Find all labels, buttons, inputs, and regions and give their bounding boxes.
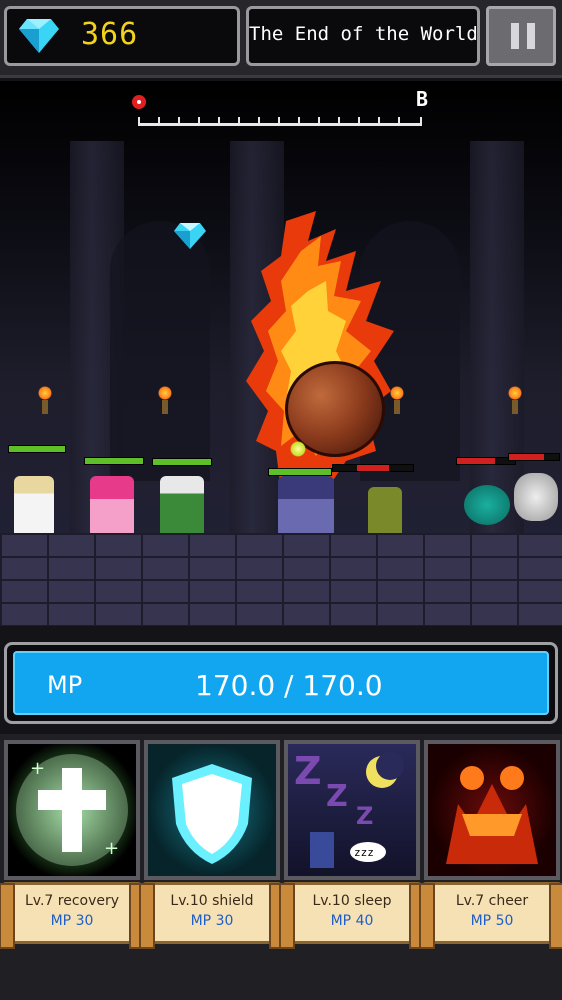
- stage-progress: B: [132, 87, 428, 135]
- demon-face-icon: [446, 766, 538, 864]
- skill-art: Z Z Z zzz: [284, 740, 420, 880]
- boss-marker-label: B: [416, 87, 429, 111]
- ally-hp-bar: [8, 445, 66, 453]
- mp-bar: MP 170.0 / 170.0: [4, 642, 558, 724]
- location-pin-icon: [132, 95, 146, 109]
- enemy-hp-bar: [508, 453, 560, 461]
- skill-scroll: Lv.10 sleep MP 40: [279, 882, 425, 949]
- diamond-pickup-icon[interactable]: [174, 223, 206, 249]
- enemy-hp-bar: [332, 464, 414, 472]
- ally-hp-bar: [152, 458, 212, 466]
- skill-cost: MP 50: [470, 913, 514, 929]
- skill-name: Lv.10 sleep: [312, 893, 392, 909]
- holy-cross-icon: + +: [16, 754, 128, 866]
- torch: [508, 386, 522, 414]
- ally-warrior[interactable]: [278, 476, 334, 534]
- stage-name: The End of the World: [249, 23, 478, 45]
- skill-scroll: Lv.7 recovery MP 30: [0, 882, 145, 949]
- skill-name: Lv.7 recovery: [24, 893, 120, 909]
- gem-counter: 366: [4, 6, 240, 66]
- pause-icon: [511, 23, 519, 49]
- skill-cost: MP 40: [330, 913, 374, 929]
- skill-shield[interactable]: Lv.10 shield MP 30: [139, 740, 285, 949]
- ally-hp-bar: [84, 457, 144, 465]
- stone-floor: [0, 533, 562, 626]
- skill-name: Lv.10 shield: [170, 893, 254, 909]
- skill-cheer[interactable]: Lv.7 cheer MP 50: [419, 740, 562, 949]
- mp-label: MP: [47, 671, 83, 699]
- skill-cost: MP 30: [190, 913, 234, 929]
- ally-mage[interactable]: [90, 476, 134, 534]
- torch: [158, 386, 172, 414]
- skill-art: [424, 740, 560, 880]
- enemy-zombie[interactable]: [368, 487, 402, 535]
- top-bar: 366 The End of the World: [0, 0, 562, 78]
- mp-value: 170.0 / 170.0: [195, 669, 383, 702]
- skill-scroll: Lv.7 cheer MP 50: [419, 882, 562, 949]
- skill-art: + +: [4, 740, 140, 880]
- svg-text:Z: Z: [326, 779, 348, 814]
- svg-text:Z: Z: [294, 749, 322, 793]
- pause-button[interactable]: [486, 6, 556, 66]
- stage-title-panel: The End of the World: [246, 6, 480, 66]
- pause-icon-bar: [527, 23, 535, 49]
- skill-art: [144, 740, 280, 880]
- skill-sleep[interactable]: Z Z Z zzz Lv.10 sleep MP 40: [279, 740, 425, 949]
- skill-bar: + + Lv.7 recovery MP 30 Lv.10 shield MP …: [0, 734, 562, 1000]
- skill-name: Lv.7 cheer: [455, 893, 529, 909]
- skill-scroll: Lv.10 shield MP 30: [139, 882, 285, 949]
- skill-cost: MP 30: [50, 913, 94, 929]
- svg-text:+: +: [104, 838, 119, 859]
- game-screen: 366 The End of the World B MP 170.0 / 17…: [0, 0, 562, 1000]
- ally-hp-bar: [268, 468, 332, 476]
- torch: [38, 386, 52, 414]
- shield-icon: [172, 764, 252, 864]
- svg-text:+: +: [30, 758, 45, 779]
- svg-text:Z: Z: [356, 802, 373, 830]
- enemy-eye-blob[interactable]: [464, 485, 510, 525]
- ally-priestess[interactable]: [14, 476, 54, 534]
- healing-orb: [290, 441, 306, 457]
- ally-archer[interactable]: [160, 476, 204, 534]
- enemy-hp-bar: [456, 457, 516, 465]
- gem-count: 366: [81, 17, 139, 52]
- background-arch: [110, 221, 210, 481]
- moon-sleep-icon: Z Z Z zzz: [294, 749, 404, 868]
- diamond-icon: [19, 19, 59, 53]
- svg-text:zzz: zzz: [354, 846, 374, 859]
- skill-recovery[interactable]: + + Lv.7 recovery MP 30: [0, 740, 145, 949]
- enemy-skull[interactable]: [514, 473, 558, 521]
- battle-scene: B: [0, 81, 562, 626]
- mp-bar-fill: MP 170.0 / 170.0: [13, 651, 549, 715]
